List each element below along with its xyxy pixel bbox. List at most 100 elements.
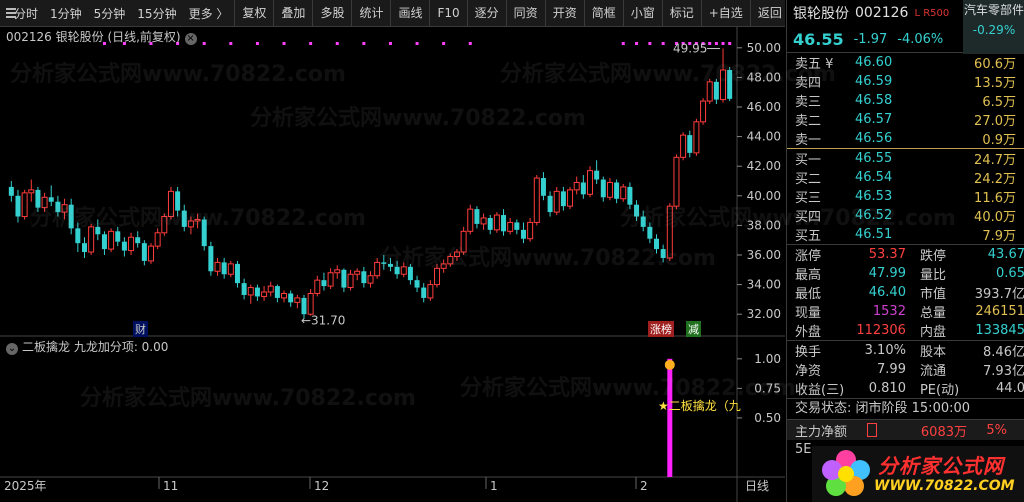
period-tab-1[interactable]: 1分钟 (44, 5, 88, 22)
close-icon[interactable]: × (184, 33, 197, 45)
candle-body (480, 217, 487, 225)
tool-button-5[interactable]: F10 (429, 0, 466, 26)
stat-value: 53.37 (868, 247, 906, 262)
price-tick-label: 44.00 (747, 130, 781, 144)
stat-label: PE(动) (919, 383, 960, 398)
bid-volume: 24.2万 (974, 172, 1016, 187)
ask-volume: 27.0万 (974, 114, 1016, 129)
candle-body (394, 266, 400, 275)
signal-dot (362, 42, 366, 45)
candle-body (175, 191, 181, 211)
candle-body (493, 214, 500, 231)
ask-volume: 6.5万 (982, 95, 1016, 110)
candle-body (194, 218, 201, 222)
signal-dot (728, 42, 732, 45)
candle-body (201, 219, 207, 247)
stock-name: 银轮股份 (793, 6, 849, 22)
tool-button-13[interactable]: 返回 (749, 0, 789, 26)
tool-button-6[interactable]: 逐分 (466, 0, 506, 26)
period-tab-3[interactable]: 15分钟 (131, 5, 182, 22)
candle-body (440, 263, 447, 269)
candle-body (421, 287, 427, 298)
ask-label: 卖五 ¥ (795, 57, 834, 72)
stat-value: 133845 (975, 323, 1024, 338)
candle-body (606, 181, 613, 198)
price-tick-label: 38.00 (747, 218, 781, 232)
date-tick-label: 日线 (745, 479, 769, 493)
ask-volume: 13.5万 (974, 76, 1016, 91)
stat-value: 46.40 (868, 285, 906, 300)
stat-row-1: 最高 47.99 量比 0.65 (787, 264, 1024, 283)
tool-button-11[interactable]: 标记 (661, 0, 701, 26)
stat-value: 8.46亿 (983, 345, 1024, 360)
bid-row-0: 买一 46.55 24.7万 (787, 149, 1024, 168)
tool-button-0[interactable]: 复权 (234, 0, 273, 26)
candle-body (540, 178, 546, 196)
stat-value: 47.99 (868, 266, 906, 281)
candle-body (594, 170, 600, 180)
sector-box[interactable]: 汽车零部件 -0.29% (963, 0, 1024, 54)
candle-body (347, 273, 354, 289)
price-tick-label: 36.00 (747, 248, 781, 262)
candle-body (261, 291, 268, 297)
period-tab-4[interactable]: 更多 〉 (183, 5, 235, 22)
logo-url: WWW.70822.COM (874, 478, 1015, 494)
last-price: 46.55 (793, 29, 844, 49)
bid-label: 买五 (795, 229, 822, 244)
candle-body (367, 275, 374, 284)
stock-code: 002126 (855, 5, 909, 21)
candle-body (354, 270, 361, 275)
candle-body (95, 226, 101, 235)
indicator-header: ⌄ 二板擒龙 九龙加分项: 0.00 (6, 338, 168, 355)
stat-label: 最低 (795, 287, 822, 302)
stat-value: 43.67 (987, 247, 1024, 262)
candle-body (374, 261, 381, 277)
candle-body (381, 262, 387, 264)
stat-value: 7.93亿 (983, 364, 1024, 379)
indicator-title: 二板擒龙 九龙加分项: 0.00 (22, 340, 169, 354)
price-tick-label: 50.00 (747, 41, 781, 55)
tool-button-10[interactable]: 小窗 (622, 0, 662, 26)
price-tick-label: 32.00 (747, 307, 781, 321)
signal-dot (468, 42, 472, 45)
candle-body (654, 238, 660, 250)
tool-button-7[interactable]: 同资 (505, 0, 545, 26)
candle-body (41, 196, 48, 209)
candle-body (713, 81, 719, 100)
bid-price: 46.54 (855, 170, 893, 185)
candle-body (427, 284, 434, 299)
stat-label: 收益(三) (795, 383, 845, 398)
badge-zhangbang[interactable]: 涨榜 (648, 321, 674, 337)
price-tick-label: 42.00 (747, 159, 781, 173)
tool-button-12[interactable]: +自选 (700, 0, 750, 26)
dropdown-icon[interactable]: ⌄ (6, 343, 18, 355)
candle-body (28, 189, 35, 194)
tool-button-2[interactable]: 多股 (312, 0, 351, 26)
tool-button-1[interactable]: 叠加 (273, 0, 312, 26)
stat-label: 涨停 (795, 249, 822, 264)
badge-cai[interactable]: 财 (133, 321, 148, 337)
candle-body (141, 243, 147, 261)
tool-button-4[interactable]: 画线 (390, 0, 429, 26)
bid-row-3: 买四 46.52 40.0万 (787, 206, 1024, 225)
candle-body (553, 190, 560, 213)
candle-body (281, 292, 288, 299)
date-tick-label: 1 (490, 479, 498, 493)
candle-body (620, 186, 627, 200)
tool-button-9[interactable]: 简框 (583, 0, 623, 26)
signal-dot (661, 42, 665, 45)
badge-jian[interactable]: 减 (686, 321, 701, 337)
signal-dot (309, 42, 313, 45)
period-tab-2[interactable]: 5分钟 (88, 5, 132, 22)
tool-button-3[interactable]: 统计 (351, 0, 390, 26)
candle-body (115, 231, 121, 242)
tool-button-8[interactable]: 开资 (544, 0, 584, 26)
kline-chart-area[interactable]: 50.00 48.00 46.00 44.00 42.00 40.00 38.00 36.00… (0, 27, 785, 502)
candle-body (434, 267, 441, 286)
candle-body (234, 263, 240, 284)
ask-row-1: 卖四 46.59 13.5万 (787, 72, 1024, 91)
stat-label: 跌停 (919, 249, 946, 264)
kline-svg[interactable]: 50.00 48.00 46.00 44.00 42.00 40.00 38.00 36.00… (0, 27, 785, 502)
candle-body (161, 216, 168, 234)
stat-label: 现量 (795, 306, 822, 321)
